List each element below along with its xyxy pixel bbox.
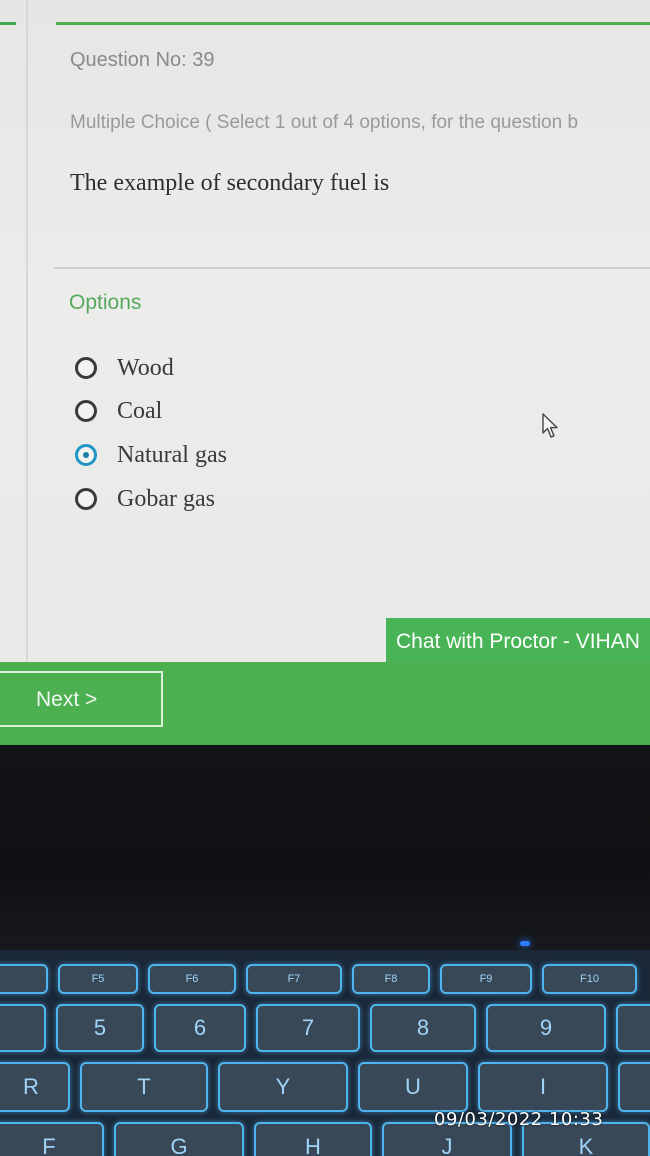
left-accent [0,22,16,25]
keyboard-key: 9 [486,1004,606,1052]
keyboard-key: 5 [56,1004,144,1052]
radio-button[interactable] [75,357,97,379]
radio-button[interactable] [75,400,97,422]
keyboard-key: H [254,1122,372,1156]
option-natural-gas[interactable]: Natural gas [75,440,227,470]
option-wood[interactable]: Wood [75,353,174,383]
option-gobar-gas[interactable]: Gobar gas [75,484,215,514]
power-led [520,941,530,946]
radio-button[interactable] [75,488,97,510]
keyboard-key: F10 [542,964,637,994]
exam-screen: Question No: 39 Multiple Choice ( Select… [0,0,650,745]
chat-with-proctor-tab[interactable]: Chat with Proctor - VIHAN [386,618,650,662]
keyboard-key: Y [218,1062,348,1112]
keyboard-key: F [0,1122,104,1156]
keyboard-key: U [358,1062,468,1112]
keyboard-key: F9 [440,964,532,994]
keyboard-key: F7 [246,964,342,994]
options-heading: Options [69,291,142,314]
photo-timestamp: 09/03/2022 10:33 [434,1109,604,1130]
keyboard-key: G [114,1122,244,1156]
radio-button-selected[interactable] [75,444,97,466]
question-text: The example of secondary fuel is [70,170,390,196]
keyboard-key [616,1004,650,1052]
option-label: Wood [117,354,174,381]
keyboard-key: F8 [352,964,430,994]
option-coal[interactable]: Coal [75,396,162,426]
keyboard-key [618,1062,650,1112]
keyboard-key [0,1004,46,1052]
top-divider [56,22,650,25]
question-type: Multiple Choice ( Select 1 out of 4 opti… [70,112,579,133]
keyboard-key: F6 [148,964,236,994]
keyboard-key: T [80,1062,208,1112]
keyboard-key: 7 [256,1004,360,1052]
question-number: Question No: 39 [70,49,215,71]
keyboard-key: I [478,1062,608,1112]
option-label: Natural gas [117,441,227,468]
keyboard-key: 6 [154,1004,246,1052]
option-label: Coal [117,397,163,424]
option-label: Gobar gas [117,485,215,512]
section-divider [54,267,650,269]
keyboard-key: F5 [58,964,138,994]
next-button[interactable]: Next > [0,671,163,727]
mouse-cursor-icon [542,413,558,438]
laptop-bezel [0,745,650,950]
panel-border [26,0,28,662]
keyboard-key: 8 [370,1004,476,1052]
keyboard-key [0,964,48,994]
keyboard-key: R [0,1062,70,1112]
